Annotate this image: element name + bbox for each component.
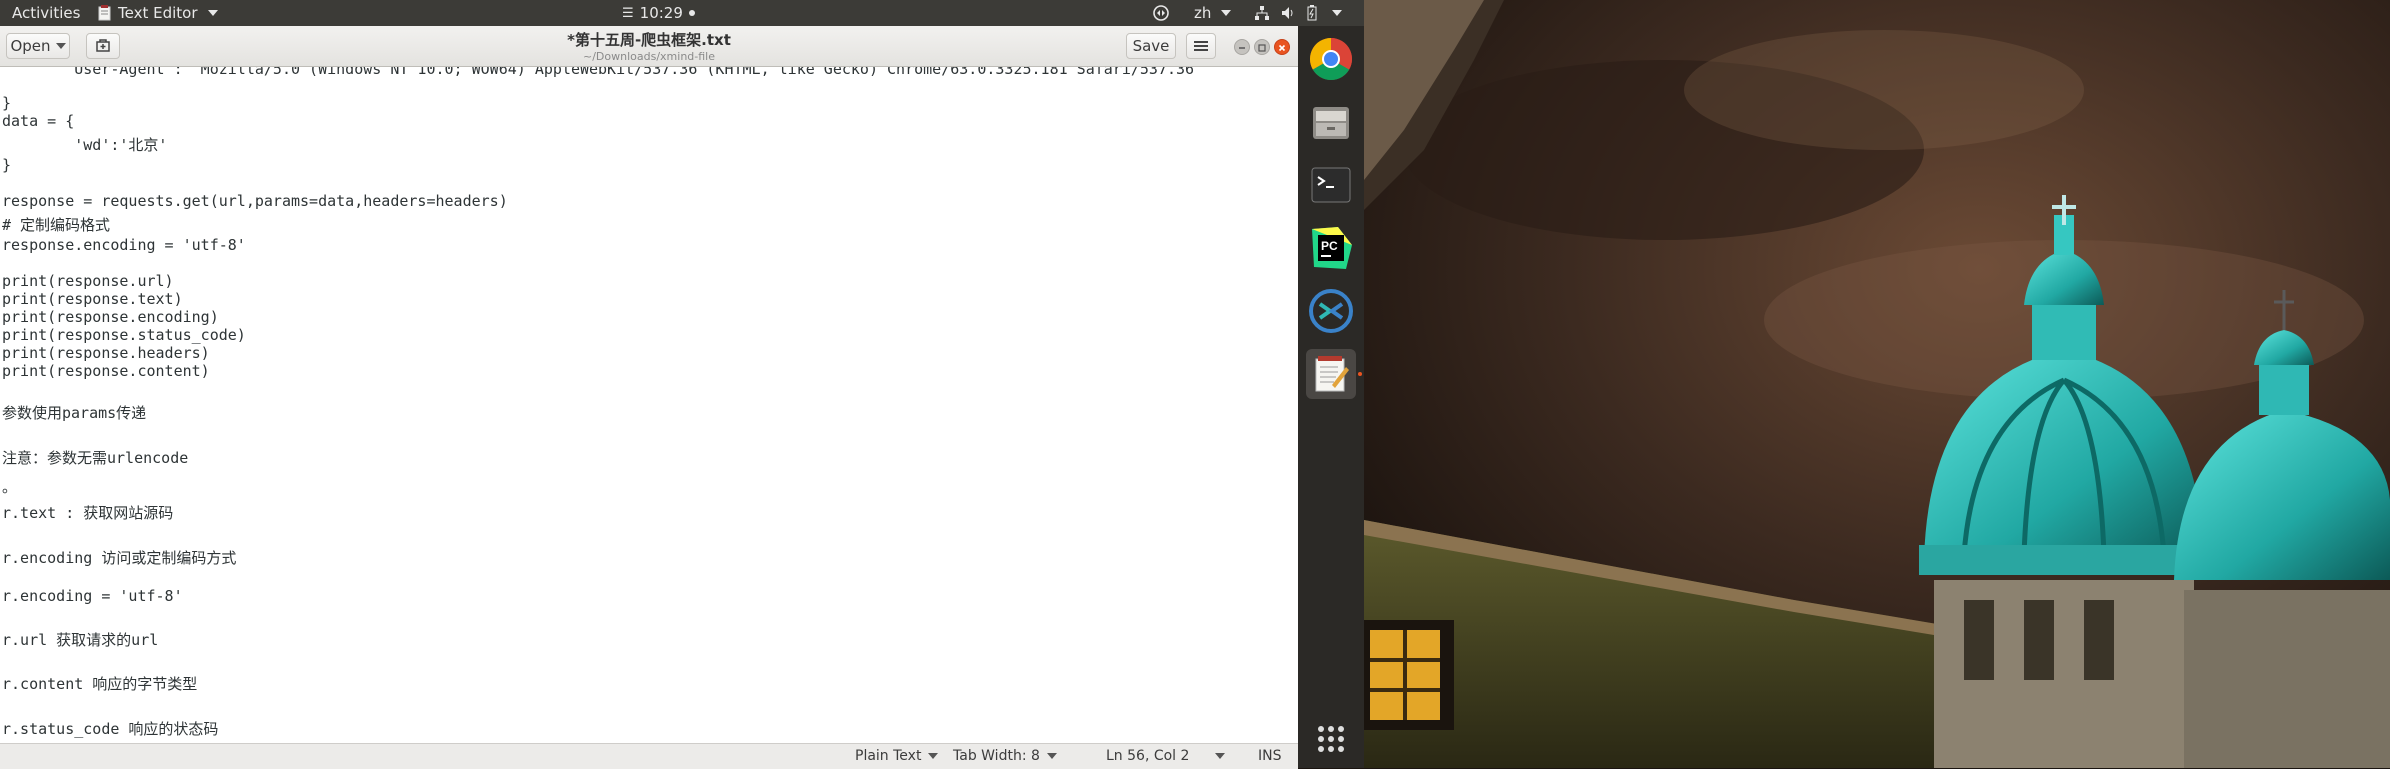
editor-line: r.url 获取请求的url [2,631,159,649]
editor-line: } [2,156,12,174]
top-bar: Activities Text Editor ☰ 10:29 zh [0,0,1364,26]
app-menu[interactable]: Text Editor [98,0,218,26]
hamburger-menu-button[interactable] [1186,33,1216,59]
app-menu-label: Text Editor [118,4,198,22]
editor-line: print(response.status_code) [2,326,246,344]
dock-running-indicator [1358,372,1362,376]
sync-icon [1153,5,1169,21]
chevron-down-icon [207,10,218,16]
cathedral-dome-image [1364,0,2390,768]
editor-line: # 定制编码格式 [2,216,111,234]
editor-line: User-Agent : Mozilla/5.0 (Windows NT 10.… [2,67,1195,78]
maximize-icon [1258,44,1266,52]
activities-label: Activities [12,4,81,22]
editor-line: 注意：参数无需urlencode [2,449,189,467]
pycharm-icon: PC [1312,227,1352,269]
show-apps-icon [1318,726,1344,752]
editor-line: data = { [2,112,75,130]
cursor-position-selector[interactable]: Ln 56, Col 2 [1106,748,1226,764]
editor-line: 'wd':'北京' [2,136,168,154]
pycharm-launcher[interactable]: PC [1308,225,1354,271]
editor-line: print(response.encoding) [2,308,219,326]
header-bar: Open *第十五周-爬虫框架.txt ~/Downloads/xmind-fi… [0,26,1298,67]
chevron-down-icon [1215,753,1226,759]
window-title: *第十五周-爬虫框架.txt [567,31,731,49]
text-editor-area[interactable]: User-Agent : Mozilla/5.0 (Windows NT 10.… [0,67,1298,743]
chevron-down-icon [928,753,939,759]
editor-line: r.encoding = 'utf-8' [2,587,183,605]
minimize-button[interactable] [1234,39,1250,55]
terminal-launcher[interactable] [1308,162,1354,208]
editor-line: r.encoding 访问或定制编码方式 [2,549,237,567]
cursor-position-label: Ln 56, Col 2 [1106,748,1190,764]
save-button-label: Save [1132,37,1170,55]
system-menu[interactable] [1254,0,1342,26]
chevron-down-icon [1332,10,1342,16]
editor-line: print(response.url) [2,272,174,290]
editor-line: print(response.headers) [2,344,210,362]
clock[interactable]: ☰ 10:29 [622,0,695,26]
minimize-icon [1239,47,1245,49]
files-launcher[interactable] [1308,99,1354,145]
sync-indicator[interactable] [1152,0,1170,26]
battery-icon [1307,5,1317,21]
editor-line: r.status_code 响应的状态码 [2,720,219,738]
chevron-down-icon [1221,10,1232,16]
text-editor-icon [1315,356,1349,392]
insert-mode-indicator[interactable]: INS [1258,748,1282,764]
volume-icon [1282,7,1293,19]
editor-line: print(response.text) [2,290,183,308]
remote-desktop-launcher[interactable] [1308,288,1354,334]
status-bar: Plain Text Tab Width: 8 Ln 56, Col 2 INS [0,743,1298,769]
maximize-button[interactable] [1254,39,1270,55]
chrome-icon [1309,37,1353,81]
network-icon [1255,6,1269,20]
window-subtitle: ~/Downloads/xmind-file [583,50,715,63]
language-selector[interactable]: Plain Text [855,748,939,764]
editor-line: 。 [2,478,18,496]
tab-width-selector[interactable]: Tab Width: 8 [953,748,1057,764]
input-method-label: zh [1194,4,1212,22]
editor-line: response.encoding = 'utf-8' [2,236,246,254]
text-editor-window: Open *第十五周-爬虫框架.txt ~/Downloads/xmind-fi… [0,26,1298,769]
text-editor-launcher[interactable] [1306,349,1356,399]
editor-line: } [2,94,12,112]
editor-line: 参数使用params传递 [2,404,147,422]
chevron-down-icon [1046,753,1057,759]
language-label: Plain Text [855,748,922,764]
editor-line: r.text : 获取网站源码 [2,504,174,522]
clock-label: 10:29 [639,4,683,22]
editor-line: response = requests.get(url,params=data,… [2,192,508,210]
tab-width-label: Tab Width: 8 [953,748,1040,764]
input-method-menu[interactable]: zh [1194,0,1232,26]
notification-dot-icon [688,10,695,16]
text-editor-small-icon [98,5,111,21]
show-applications-button[interactable] [1308,716,1354,762]
chrome-launcher[interactable] [1308,36,1354,82]
files-icon [1313,107,1349,139]
insert-mode-label: INS [1258,748,1282,764]
svg-text:PC: PC [1321,239,1338,253]
terminal-icon [1311,167,1351,203]
desktop-wallpaper [1364,0,2390,768]
close-button[interactable] [1274,39,1290,55]
activities-button[interactable]: Activities [12,0,80,26]
calendar-lines-icon: ☰ [622,5,634,21]
remote-desktop-icon [1309,289,1353,333]
editor-line: print(response.content) [2,362,210,380]
launcher-dock: PC [1298,26,1364,768]
close-icon [1278,44,1286,52]
editor-line: r.content 响应的字节类型 [2,675,198,693]
save-button[interactable]: Save [1126,33,1176,59]
hamburger-icon [1194,41,1208,51]
